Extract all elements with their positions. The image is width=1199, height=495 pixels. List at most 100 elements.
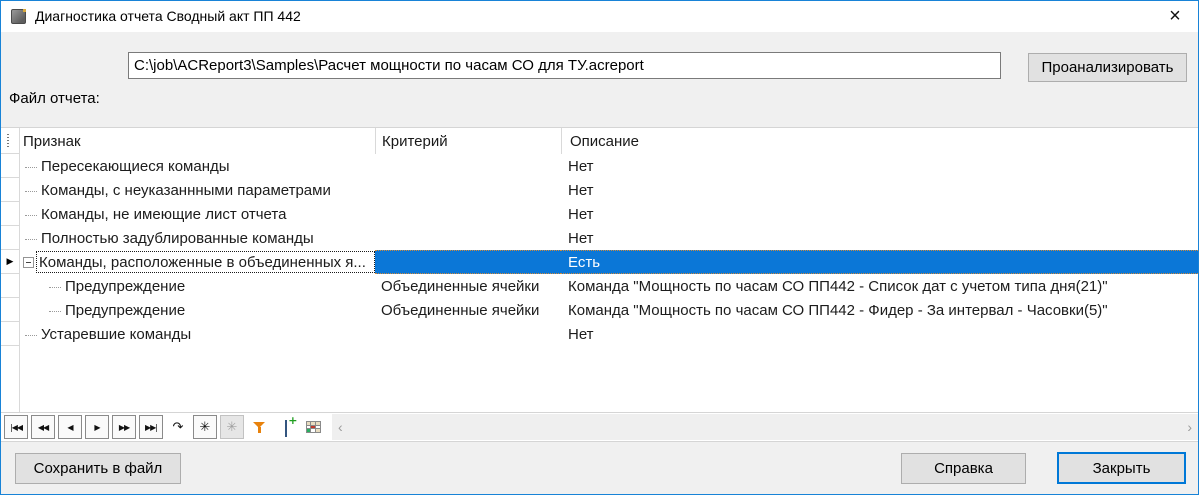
title-bar: Диагностика отчета Сводный акт ПП 442 × (1, 1, 1198, 32)
table-row[interactable]: Предупреждение Объединенные ячейки Коман… (1, 298, 1198, 322)
table-row-selected[interactable]: ▶ Команды, расположенные в объединенных … (1, 250, 1198, 274)
tree-line (25, 190, 37, 192)
footer-panel: Сохранить в файл Справка Закрыть (1, 441, 1198, 494)
customize-grid-icon (305, 421, 321, 433)
feature-cell: Команды, с неуказаннными параметрами (41, 181, 331, 199)
row-indicator (1, 154, 19, 178)
table-row[interactable]: Пересекающиеся команды Нет (1, 154, 1198, 178)
row-indicator (1, 202, 19, 226)
row-indicator (1, 298, 19, 322)
tree-line (49, 310, 61, 312)
nav-save-bookmark-button[interactable]: + (274, 414, 298, 439)
nav-expand-all-button[interactable]: ✳ (193, 415, 217, 439)
collapse-expander-icon[interactable] (23, 256, 34, 268)
column-header-criterion[interactable]: Критерий (375, 128, 561, 154)
criterion-cell (375, 202, 561, 226)
prior-page-icon: ◀◀ (37, 422, 49, 432)
grid-navigator: |◀◀ ◀◀ ◀ ▶ ▶▶ ▶▶| ↷ ✳ ✳ + ‹ › (1, 412, 1198, 441)
description-cell: Нет (568, 229, 594, 247)
nav-next-page-button[interactable]: ▶▶ (112, 415, 136, 439)
app-icon (11, 9, 26, 24)
row-indicator (1, 226, 19, 250)
tree-line (25, 214, 37, 216)
focused-cell: Команды, расположенные в объединенных я.… (36, 251, 375, 273)
nav-prior-page-button[interactable]: ◀◀ (31, 415, 55, 439)
scroll-right-icon[interactable]: › (1187, 419, 1192, 435)
diagnostics-grid: Признак Критерий Описание Пересекающиеся… (1, 127, 1198, 412)
criterion-cell: Объединенные ячейки (381, 277, 540, 295)
next-page-icon: ▶▶ (118, 422, 130, 432)
last-record-icon: ▶▶| (145, 422, 158, 432)
current-row-arrow-icon: ▶ (6, 256, 14, 267)
nav-next-button[interactable]: ▶ (85, 415, 109, 439)
expand-all-icon: ✳ (199, 419, 211, 435)
close-window-button[interactable]: × (1152, 1, 1198, 32)
nav-customize-button[interactable] (301, 415, 325, 439)
feature-cell: Полностью задублированные команды (41, 229, 314, 247)
table-row[interactable]: Команды, не имеющие лист отчета Нет (1, 202, 1198, 226)
criterion-cell (375, 250, 561, 274)
description-cell: Есть (561, 250, 1198, 274)
description-cell: Команда "Мощность по часам СО ПП442 - Сп… (568, 277, 1108, 295)
report-file-input[interactable] (128, 52, 1001, 79)
table-row[interactable]: Команды, с неуказаннными параметрами Нет (1, 178, 1198, 202)
feature-cell: Предупреждение (65, 277, 186, 295)
feature-cell: Предупреждение (65, 301, 186, 319)
report-file-label: Файл отчета: (9, 90, 100, 107)
feature-cell: Устаревшие команды (41, 325, 192, 343)
help-button[interactable]: Справка (901, 453, 1026, 484)
criterion-cell (375, 154, 561, 178)
current-row-indicator: ▶ (1, 250, 19, 274)
feature-cell: Пересекающиеся команды (41, 157, 230, 175)
tree-line (49, 286, 61, 288)
table-row[interactable]: Предупреждение Объединенные ячейки Коман… (1, 274, 1198, 298)
table-row[interactable]: Устаревшие команды Нет (1, 322, 1198, 346)
filter-funnel-icon (253, 421, 265, 433)
feature-cell: Команды, расположенные в объединенных я.… (39, 253, 366, 271)
close-button[interactable]: Закрыть (1057, 452, 1186, 484)
column-header-description[interactable]: Описание (561, 128, 1198, 154)
next-record-icon: ▶ (94, 422, 100, 432)
criterion-cell (375, 226, 561, 250)
save-to-file-button[interactable]: Сохранить в файл (15, 453, 181, 484)
tree-line (25, 334, 37, 336)
window-title: Диагностика отчета Сводный акт ПП 442 (35, 8, 301, 24)
file-section: Файл отчета: Проанализировать (1, 32, 1198, 127)
criterion-cell (375, 322, 561, 346)
close-icon: × (1169, 5, 1181, 27)
grid-corner (1, 128, 19, 154)
tree-line (25, 166, 37, 168)
description-cell: Команда "Мощность по часам СО ПП442 - Фи… (568, 301, 1108, 319)
description-cell: Нет (568, 181, 594, 199)
grid-horizontal-scrollbar[interactable]: ‹ › (332, 414, 1198, 440)
analyze-button[interactable]: Проанализировать (1028, 53, 1187, 82)
refresh-icon: ↷ (172, 419, 184, 435)
nav-last-button[interactable]: ▶▶| (139, 415, 163, 439)
save-plus-icon: + (280, 414, 298, 437)
criterion-cell: Объединенные ячейки (381, 301, 540, 319)
navigator-buttons: |◀◀ ◀◀ ◀ ▶ ▶▶ ▶▶| ↷ ✳ ✳ + (4, 414, 325, 439)
row-indicator (1, 322, 19, 346)
grid-header: Признак Критерий Описание (1, 128, 1198, 154)
table-row[interactable]: Полностью задублированные команды Нет (1, 226, 1198, 250)
tree-line (25, 238, 37, 240)
nav-refresh-button[interactable]: ↷ (166, 415, 190, 439)
collapse-all-icon: ✳ (226, 419, 238, 435)
diagnostics-dialog: Диагностика отчета Сводный акт ПП 442 × … (0, 0, 1199, 495)
feature-cell: Команды, не имеющие лист отчета (41, 205, 287, 223)
row-indicator (1, 274, 19, 298)
description-cell: Нет (568, 325, 594, 343)
row-indicator (1, 178, 19, 202)
prior-record-icon: ◀ (67, 422, 73, 432)
nav-prior-button[interactable]: ◀ (58, 415, 82, 439)
criterion-cell (375, 178, 561, 202)
nav-first-button[interactable]: |◀◀ (4, 415, 28, 439)
nav-filter-button[interactable] (247, 415, 271, 439)
grid-corner-icon (7, 134, 9, 148)
scroll-left-icon[interactable]: ‹ (338, 419, 343, 435)
column-header-feature[interactable]: Признак (19, 128, 375, 154)
description-cell: Нет (568, 205, 594, 223)
description-cell: Нет (568, 157, 594, 175)
first-record-icon: |◀◀ (10, 422, 23, 432)
nav-collapse-all-button[interactable]: ✳ (220, 415, 244, 439)
